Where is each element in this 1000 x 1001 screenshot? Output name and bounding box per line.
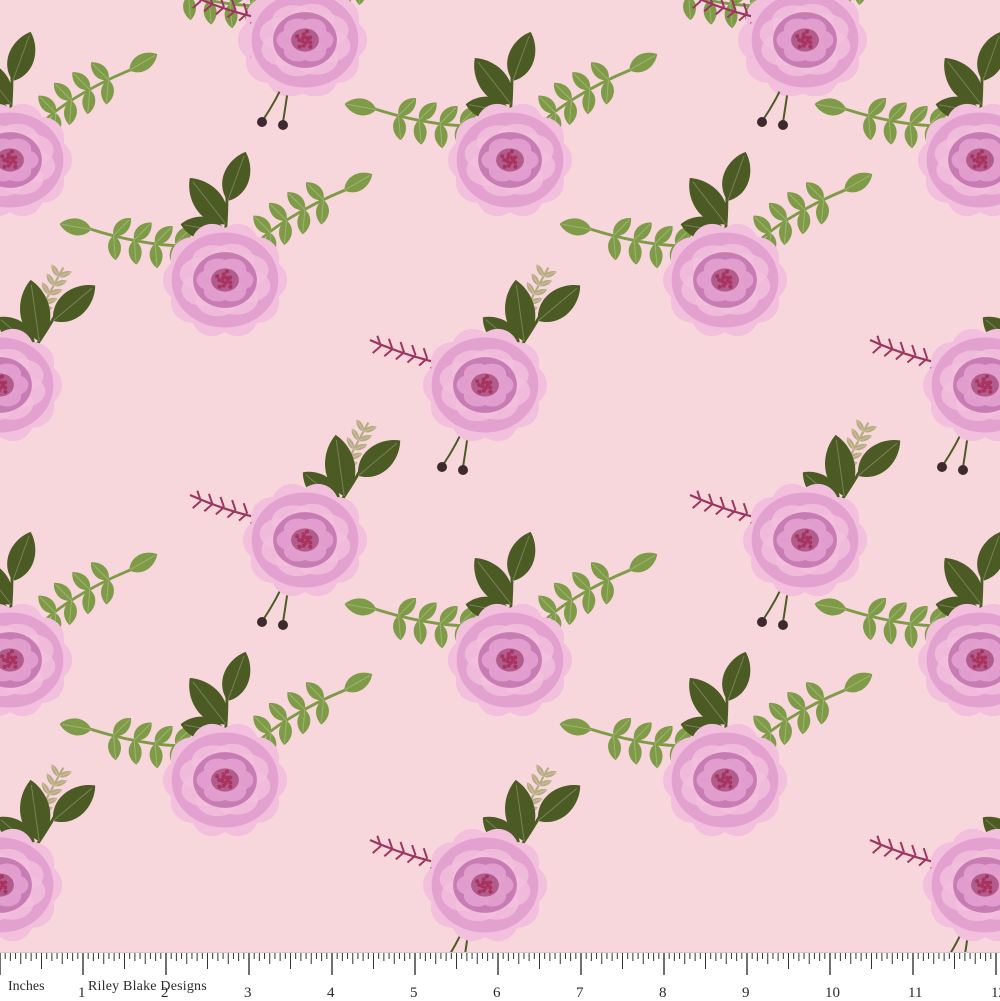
floral-print: [0, 0, 1000, 952]
ruler-number: 3: [244, 985, 252, 1001]
ruler-number: 9: [742, 985, 750, 1001]
ruler-number: 10: [825, 985, 840, 1001]
ruler-number: 4: [327, 985, 335, 1001]
ruler-number: 1: [78, 985, 86, 1001]
ruler-number: 7: [576, 985, 584, 1001]
measuring-ruler: 123456789101112 Inches Riley Blake Desig…: [0, 952, 1000, 1001]
ruler-units-label: Inches: [8, 980, 45, 994]
ruler-number: 6: [493, 985, 501, 1001]
fabric-swatch: 123456789101112 Inches Riley Blake Desig…: [0, 0, 1000, 1000]
ruler-brand-label: Riley Blake Designs: [88, 980, 207, 994]
ruler-number: 12: [991, 985, 1000, 1001]
ruler-number: 11: [908, 985, 922, 1001]
ruler-number: 8: [659, 985, 667, 1001]
ruler-number: 5: [410, 985, 418, 1001]
